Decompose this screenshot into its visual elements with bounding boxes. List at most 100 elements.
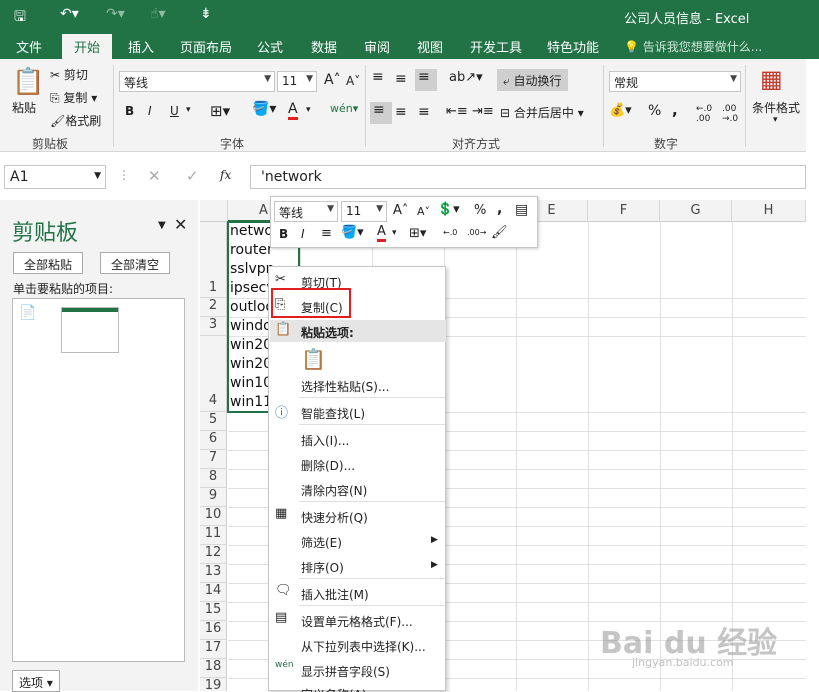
mini-fill-color-icon[interactable]: 🪣▾ (341, 225, 364, 240)
cell-a4-line1[interactable]: win20 (230, 337, 272, 353)
row-header-5[interactable]: 5 (200, 412, 227, 431)
row-header-19[interactable]: 19 (200, 678, 227, 691)
menu-item-insert-comment[interactable]: 插入批注(M) (301, 586, 369, 603)
tab-view[interactable]: 视图 (417, 37, 443, 56)
mini-font-select[interactable]: 等线 ▼ (274, 201, 338, 222)
currency-icon[interactable]: 💰▾ (609, 103, 632, 118)
menu-item-paste-special[interactable]: 选择性粘贴(S)... (301, 378, 389, 395)
font-color-button[interactable]: A (288, 102, 298, 120)
clear-all-button[interactable]: 全部清空 (100, 252, 171, 274)
font-size-select[interactable]: 11 ▼ (277, 71, 317, 92)
paste-all-button[interactable]: 全部粘贴 (13, 252, 84, 274)
row-header-1[interactable]: 1 (200, 222, 227, 298)
enter-icon[interactable]: ✓ (186, 167, 199, 185)
align-top-icon[interactable]: ≡ (372, 69, 384, 85)
row-header-14[interactable]: 14 (200, 583, 227, 602)
cell-a1-line2[interactable]: router (230, 242, 273, 258)
customize-icon[interactable]: ⇟ (200, 6, 212, 22)
chevron-down-icon[interactable]: ▾ (773, 115, 778, 125)
tab-insert[interactable]: 插入 (128, 37, 154, 56)
align-bottom-icon[interactable]: ≡ (415, 69, 437, 91)
conditional-format-icon[interactable]: ▦ (760, 65, 783, 93)
cell-a4-line4[interactable]: win11 (230, 394, 272, 410)
paste-option-icon[interactable]: 📋 (301, 347, 326, 371)
shrink-font-button[interactable]: A˅ (346, 74, 360, 88)
font-name-select[interactable]: 等线 ▼ (119, 71, 275, 92)
row-header-18[interactable]: 18 (200, 659, 227, 678)
clipboard-item-thumbnail[interactable] (61, 307, 119, 353)
mini-bold-button[interactable]: B (279, 227, 288, 241)
menu-item-smart-lookup[interactable]: 智能查找(L) (301, 405, 365, 422)
tell-me-search[interactable]: 💡 告诉我您想要做什么... (624, 38, 762, 55)
copy-button[interactable]: ⎘ 复制 ▾ (50, 89, 97, 106)
row-header-10[interactable]: 10 (200, 507, 227, 526)
cell-a1-line1[interactable]: netwo (230, 223, 273, 239)
chevron-down-icon[interactable]: ▼ (158, 220, 166, 231)
undo-icon[interactable]: ↶▾ (60, 6, 79, 22)
tab-features[interactable]: 特色功能 (547, 37, 599, 56)
chevron-down-icon[interactable]: ▾ (186, 105, 191, 115)
row-header-2[interactable]: 2 (200, 298, 227, 317)
mini-increase-decimal-icon[interactable]: ←.0 (443, 228, 457, 237)
menu-item-format-cells[interactable]: 设置单元格格式(F)... (301, 613, 413, 630)
touch-icon[interactable]: ☝▾ (150, 6, 166, 22)
mini-border-icon[interactable]: ⊞▾ (409, 226, 426, 241)
mini-shrink-font-icon[interactable]: A˅ (417, 205, 430, 218)
merge-center-button[interactable]: ⊟ 合并后居中 ▾ (500, 104, 584, 121)
conditional-format-button[interactable]: 条件格式 (752, 99, 800, 116)
format-painter-button[interactable]: 🖌格式刷 (50, 112, 101, 129)
tab-formulas[interactable]: 公式 (257, 37, 283, 56)
border-icon[interactable]: ⊞▾ (210, 102, 230, 120)
chevron-down-icon[interactable]: ▾ (306, 105, 311, 115)
orientation-icon[interactable]: ab↗▾ (449, 70, 483, 85)
mini-size-select[interactable]: 11 ▼ (341, 201, 387, 222)
menu-item-insert[interactable]: 插入(I)... (301, 432, 349, 449)
chevron-down-icon[interactable]: ▾ (392, 228, 397, 238)
row-header-17[interactable]: 17 (200, 640, 227, 659)
wrap-text-button[interactable]: ⤶ 自动换行 (497, 69, 568, 91)
column-header-g[interactable]: G (660, 200, 732, 222)
grow-font-button[interactable]: A˄ (324, 72, 341, 88)
mini-format-table-icon[interactable]: ▤ (515, 202, 528, 218)
tab-developer[interactable]: 开发工具 (470, 37, 522, 56)
menu-item-sort[interactable]: 排序(O) (301, 559, 344, 576)
close-icon[interactable]: ✕ (174, 215, 187, 234)
increase-decimal-icon[interactable]: ←.0.00 (696, 104, 712, 124)
cut-button[interactable]: ✂ 剪切 (50, 66, 88, 83)
paste-icon[interactable]: 📋 (12, 67, 44, 97)
mini-percent-button[interactable]: % (474, 203, 486, 218)
mini-italic-button[interactable]: I (301, 227, 305, 241)
italic-button[interactable]: I (148, 104, 152, 118)
row-header-16[interactable]: 16 (200, 621, 227, 640)
menu-item-quick-analysis[interactable]: 快速分析(Q) (301, 509, 368, 526)
cell-a4-line2[interactable]: win20 (230, 356, 272, 372)
row-header-8[interactable]: 8 (200, 469, 227, 488)
mini-comma-button[interactable]: , (497, 201, 502, 217)
align-right-icon[interactable]: ≡ (418, 104, 430, 120)
menu-item-define-name[interactable]: 定义名称(A)... (301, 686, 378, 692)
tab-file[interactable]: 文件 (16, 37, 42, 56)
phonetic-icon[interactable]: wén▾ (330, 102, 358, 115)
increase-indent-icon[interactable]: ⇥≡ (472, 104, 494, 119)
tab-data[interactable]: 数据 (311, 37, 337, 56)
paste-button[interactable]: 粘贴 (12, 99, 36, 116)
align-left-icon[interactable]: ≡ (370, 102, 392, 124)
mini-decrease-decimal-icon[interactable]: .00→ (467, 228, 486, 237)
mini-currency-icon[interactable]: 💲▾ (437, 202, 460, 217)
row-header-7[interactable]: 7 (200, 450, 227, 469)
cell-a3[interactable]: windo (230, 318, 272, 334)
menu-item-clear[interactable]: 清除内容(N) (301, 482, 367, 499)
select-all-corner[interactable] (200, 200, 228, 222)
formula-input[interactable]: 'network (250, 165, 806, 189)
underline-button[interactable]: U (170, 104, 179, 118)
name-box[interactable]: A1 ▼ (4, 165, 106, 189)
save-icon[interactable]: 🖫 (14, 6, 26, 30)
menu-item-filter[interactable]: 筛选(E) (301, 534, 342, 551)
tab-page-layout[interactable]: 页面布局 (180, 37, 232, 56)
row-header-11[interactable]: 11 (200, 526, 227, 545)
align-center-icon[interactable]: ≡ (395, 104, 407, 120)
row-header-6[interactable]: 6 (200, 431, 227, 450)
number-format-select[interactable]: 常规 ▼ (609, 71, 741, 92)
cell-a4-line3[interactable]: win10 (230, 375, 272, 391)
row-header-4[interactable]: 4 (200, 336, 227, 412)
